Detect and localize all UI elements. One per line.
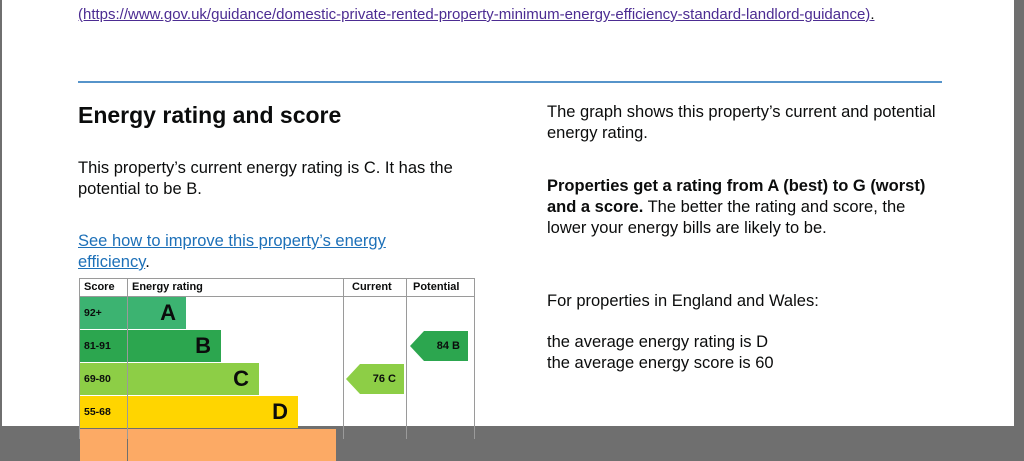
col-divider-2 [343,279,344,439]
document-page: (https://www.gov.uk/guidance/domestic-pr… [2,0,1014,461]
section-divider [78,81,942,83]
average-score: the average energy score is 60 [547,354,774,372]
rating-band-b: B [128,330,221,362]
rating-summary: This property’s current energy rating is… [78,159,453,198]
graph-explanation: The graph shows this property’s current … [547,103,936,142]
header-score: Score [84,281,115,293]
improve-efficiency-link[interactable]: See how to improve this property’s energ… [78,232,386,271]
rating-explanation: Properties get a rating from A (best) to… [547,176,947,239]
rating-band-d: D [128,396,298,428]
header-energy-rating: Energy rating [132,281,203,293]
region-note: For properties in England and Wales: [547,292,819,310]
guidance-link-text[interactable]: (https://www.gov.uk/guidance/domestic-pr… [78,6,870,23]
energy-rating-chart: Score Energy rating Current Potential 92… [79,278,475,461]
improve-paragraph: See how to improve this property’s energ… [78,231,458,273]
rating-band-e [128,429,336,461]
current-rating-arrow: 76 C [346,364,404,394]
guidance-link-tail: . [870,6,875,23]
score-cell-e [80,429,127,461]
rating-band-a: A [128,297,186,329]
improve-tail: . [145,253,150,271]
rating-band-c: C [128,363,259,395]
score-cell-d: 55-68 [80,396,127,428]
header-potential: Potential [413,281,460,293]
score-cell-a: 92+ [80,297,127,329]
score-cell-c: 69-80 [80,363,127,395]
guidance-link[interactable]: (https://www.gov.uk/guidance/domestic-pr… [78,4,938,26]
section-title: Energy rating and score [78,102,342,128]
col-divider-3 [406,279,407,439]
average-values: the average energy rating is D the averag… [547,332,774,374]
score-cell-b: 81-91 [80,330,127,362]
average-rating: the average energy rating is D [547,333,769,351]
potential-rating-arrow: 84 B [410,331,468,361]
header-current: Current [352,281,392,293]
